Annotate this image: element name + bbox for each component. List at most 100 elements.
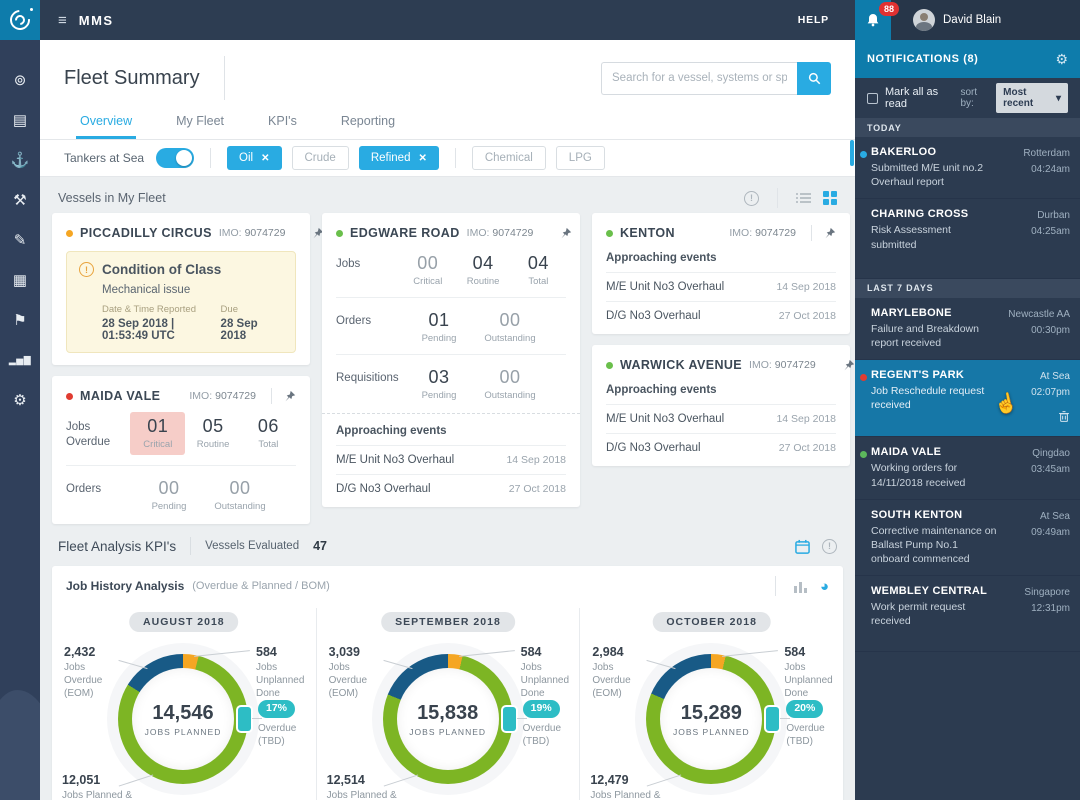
notification-item[interactable]: SOUTH KENTON Corrective maintenance on B… (855, 500, 1080, 577)
search-icon (808, 72, 820, 84)
pin-icon[interactable] (842, 359, 855, 372)
list-view-icon[interactable] (796, 192, 811, 204)
notification-item[interactable]: CHARING CROSS Risk Assessment submitted … (855, 199, 1080, 279)
event-row[interactable]: D/G No3 Overhaul 27 Oct 2018 (606, 433, 836, 454)
calendar-icon[interactable] (795, 539, 810, 554)
jobs-icon[interactable]: ✎ (0, 220, 40, 260)
filter-chip-oil[interactable]: Oil ✕ (227, 146, 282, 170)
gear-icon[interactable]: ⚙ (1055, 51, 1068, 68)
tab-kpis[interactable]: KPI's (268, 114, 297, 139)
filter-chip-lpg[interactable]: LPG (555, 146, 605, 170)
orders-label: Orders (66, 483, 102, 495)
info-icon[interactable]: ! (822, 538, 837, 554)
search-input[interactable] (601, 61, 797, 95)
planned-done-callout: 12,051Jobs Planned & Done (62, 773, 133, 800)
delete-icon[interactable] (1058, 410, 1070, 428)
fleet-icon[interactable]: ⚓ (0, 140, 40, 180)
tab-reporting[interactable]: Reporting (341, 114, 395, 139)
close-icon[interactable]: ✕ (261, 153, 269, 164)
filter-chip-refined[interactable]: Refined ✕ (358, 146, 439, 170)
filter-chip-crude[interactable]: Crude (291, 146, 349, 170)
voyage-icon[interactable]: ⚑ (0, 300, 40, 340)
kpi-section-header: Fleet Analysis KPI's Vessels Evaluated 4… (50, 528, 845, 564)
orders-label: Orders (336, 315, 372, 327)
reported-value: 28 Sep 2018 | 01:53:49 UTC (102, 318, 175, 342)
app-logo[interactable] (0, 0, 40, 40)
imo-value: 9074729 (755, 227, 796, 239)
imo-label: IMO: (218, 227, 242, 239)
close-icon[interactable]: ✕ (418, 153, 426, 164)
jobs-planned-value: 15,838 (417, 701, 479, 724)
cursor-pointer: ☝ (992, 391, 1021, 418)
event-row[interactable]: M/E Unit No3 Overhaul 14 Sep 2018 (606, 404, 836, 425)
status-dot (336, 229, 343, 237)
event-row[interactable]: M/E Unit No3 Overhaul 14 Sep 2018 (606, 272, 836, 293)
overdue-tbd-callout: 19% Overdue (TBD) (522, 700, 562, 747)
donut-ring[interactable]: 15,289 JOBS PLANNED (646, 654, 777, 784)
unread-dot (860, 151, 867, 158)
notification-item[interactable]: MARYLEBONE Failure and Breakdown report … (855, 298, 1080, 361)
grid-view-icon[interactable] (823, 191, 837, 205)
pie-chart-icon[interactable]: ◕ (820, 578, 829, 595)
donut-ring[interactable]: 15,838 JOBS PLANNED (382, 654, 513, 784)
settings-icon[interactable]: ⚙ (0, 380, 40, 420)
pin-icon[interactable] (559, 227, 572, 240)
scrollbar-thumb[interactable] (850, 140, 854, 166)
pin-icon[interactable] (823, 227, 836, 240)
notification-item[interactable]: WEMBLEY CENTRAL Work permit request rece… (855, 576, 1080, 652)
outstanding-stat: 00 Outstanding (484, 367, 536, 401)
imo-label: IMO: (749, 359, 772, 371)
imo-label: IMO: (466, 227, 490, 239)
warning-icon: ! (79, 262, 94, 277)
pending-stat: 00 Pending (151, 478, 187, 512)
vessel-card-kenton[interactable]: KENTON IMO: 9074729 Approaching events M/… (592, 213, 850, 334)
vessels-section-header: Vessels in My Fleet ! (50, 183, 845, 213)
chart-title: Job History Analysis (66, 579, 185, 593)
overdue-tbd-marker (502, 707, 516, 731)
vessel-card-piccadilly-circus[interactable]: PICCADILLY CIRCUS IMO: 9074729 ! Conditio… (52, 213, 324, 365)
planner-icon[interactable]: ▤ (0, 100, 40, 140)
divider (210, 148, 212, 168)
event-row[interactable]: D/G No3 Overhaul 27 Oct 2018 (336, 474, 566, 495)
vessel-card-warwick-avenue[interactable]: WARWICK AVENUE IMO: 9074729 Approaching e… (592, 345, 854, 466)
tab-overview[interactable]: Overview (75, 114, 137, 139)
info-icon[interactable]: ! (744, 190, 759, 206)
tab-my-fleet[interactable]: My Fleet (176, 114, 224, 139)
overdue-eom-callout: 2,432 Jobs Overdue (EOM) (64, 645, 103, 700)
event-row[interactable]: M/E Unit No3 Overhaul 14 Sep 2018 (336, 445, 566, 466)
menu-icon[interactable]: ≡ (58, 12, 67, 29)
main-content: Fleet Summary Overview My Fleet KPI's Re… (40, 40, 855, 800)
inventory-icon[interactable]: ▦ (0, 260, 40, 300)
sort-dropdown[interactable]: Most recent ▾ (996, 83, 1068, 113)
overdue-tbd-marker (766, 707, 780, 731)
divider (777, 188, 778, 208)
tankers-at-sea-toggle[interactable] (156, 148, 195, 168)
vessel-card-edgware-road[interactable]: EDGWARE ROAD IMO: 9074729 Jobs 00 Critica… (322, 213, 580, 507)
event-row[interactable]: D/G No3 Overhaul 27 Oct 2018 (606, 301, 836, 322)
help-link[interactable]: HELP (798, 14, 829, 26)
filter-chip-chemical[interactable]: Chemical (471, 146, 546, 170)
group-label-last-7-days: LAST 7 DAYS (855, 278, 1080, 298)
notification-item[interactable]: MAIDA VALE Working orders for 14/11/2018… (855, 437, 1080, 500)
mark-all-checkbox[interactable] (867, 92, 878, 104)
bell-icon (867, 14, 879, 27)
left-sidebar: ⊚ ▤ ⚓ ⚒ ✎ ▦ ⚑ ▂▅▇ ⚙ (0, 40, 40, 800)
vessel-card-maida-vale[interactable]: MAIDA VALE IMO: 9074729 Jobs Overdue 01 C… (52, 376, 310, 524)
status-dot (66, 392, 73, 400)
status-dot (606, 229, 613, 237)
machinery-icon[interactable]: ⚒ (0, 180, 40, 220)
notifications-bell-button[interactable]: 88 (855, 0, 899, 40)
donut-ring[interactable]: 14,546 JOBS PLANNED (118, 654, 248, 784)
pin-icon[interactable] (283, 390, 296, 403)
alert-subtitle: Mechanical issue (102, 284, 191, 296)
analytics-icon[interactable]: ▂▅▇ (0, 340, 40, 380)
bar-chart-icon[interactable] (793, 580, 808, 593)
globe-search-icon[interactable]: ⊚ (0, 60, 40, 100)
jobs-planned-label: JOBS PLANNED (144, 726, 222, 737)
user-menu[interactable]: David Blain (891, 0, 1080, 40)
status-dot (860, 451, 867, 459)
notification-item[interactable]: BAKERLOO Submitted M/E unit no.2 Overhau… (855, 137, 1080, 200)
search-button[interactable] (797, 61, 831, 95)
outstanding-stat: 00 Outstanding (484, 310, 536, 344)
notification-item-selected[interactable]: REGENT'S PARK Job Reschedule request rec… (855, 360, 1080, 438)
